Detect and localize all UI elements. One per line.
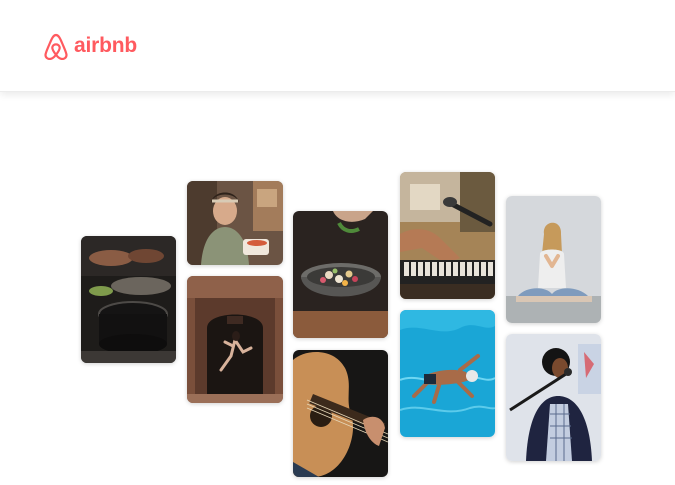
photo-woman-cooking — [187, 181, 283, 265]
photo-singer — [506, 334, 601, 461]
photo-dancer-doorway — [187, 276, 283, 403]
airbnb-logo-link[interactable]: airbnb — [43, 32, 137, 60]
experience-photo-collage — [0, 92, 675, 485]
airbnb-belo-icon — [44, 33, 68, 60]
photo-guitar — [293, 350, 388, 477]
photo-cooking-hands — [81, 236, 176, 363]
photo-swimmer — [400, 310, 495, 437]
photo-piano-microphone — [400, 172, 495, 299]
top-header: airbnb — [0, 0, 675, 92]
photo-food-bowl — [293, 211, 388, 338]
airbnb-wordmark: airbnb — [74, 34, 137, 57]
photo-yoga — [506, 196, 601, 323]
